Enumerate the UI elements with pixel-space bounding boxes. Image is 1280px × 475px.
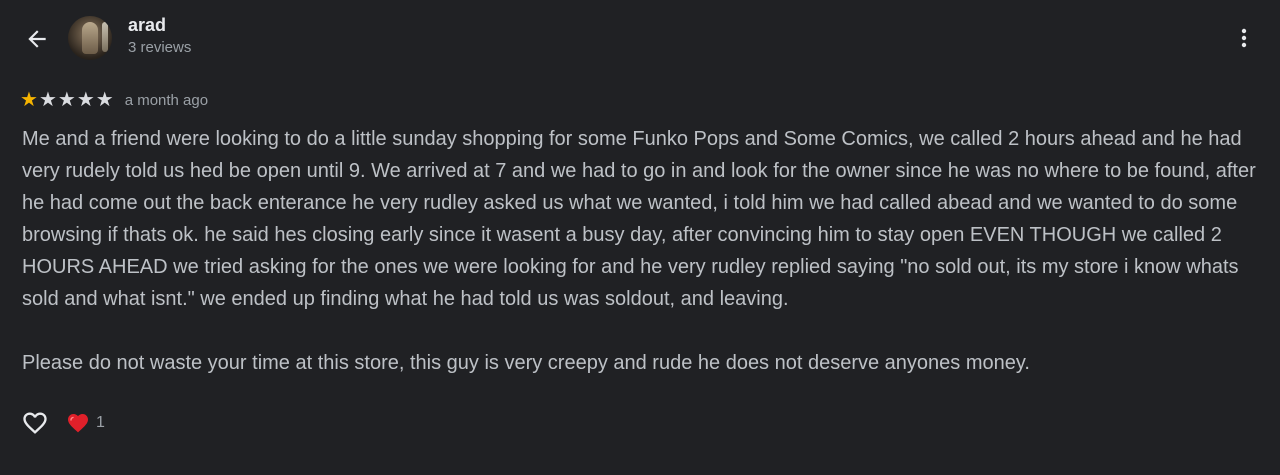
red-heart-emoji-icon bbox=[68, 414, 88, 433]
more-vert-icon bbox=[1241, 28, 1247, 48]
star-empty-icon: ★ bbox=[57, 88, 76, 111]
arrow-back-icon bbox=[28, 30, 46, 48]
star-empty-icon: ★ bbox=[95, 88, 114, 111]
rating-row: ★★★★★ a month ago bbox=[20, 89, 208, 111]
star-empty-icon: ★ bbox=[76, 88, 95, 111]
more-options-button[interactable] bbox=[1226, 20, 1262, 56]
reaction-count: 1 bbox=[96, 414, 105, 431]
heart-outline-icon bbox=[23, 412, 47, 434]
star-rating: ★★★★★ bbox=[20, 90, 115, 111]
review-actions: 1 bbox=[20, 407, 105, 439]
avatar-figure bbox=[82, 22, 98, 54]
star-filled-icon: ★ bbox=[20, 88, 38, 111]
review-header: arad 3 reviews bbox=[0, 0, 1280, 80]
avatar-light bbox=[102, 22, 108, 52]
back-button[interactable] bbox=[18, 20, 56, 58]
reviewer-name[interactable]: arad bbox=[128, 15, 166, 36]
reviewer-review-count: 3 reviews bbox=[128, 39, 192, 56]
reaction-chip[interactable]: 1 bbox=[66, 411, 105, 435]
review-time: a month ago bbox=[124, 91, 209, 109]
like-button[interactable] bbox=[20, 408, 50, 438]
star-empty-icon: ★ bbox=[38, 88, 57, 111]
avatar[interactable] bbox=[68, 16, 112, 60]
review-text: Me and a friend were looking to do a lit… bbox=[22, 128, 1256, 374]
